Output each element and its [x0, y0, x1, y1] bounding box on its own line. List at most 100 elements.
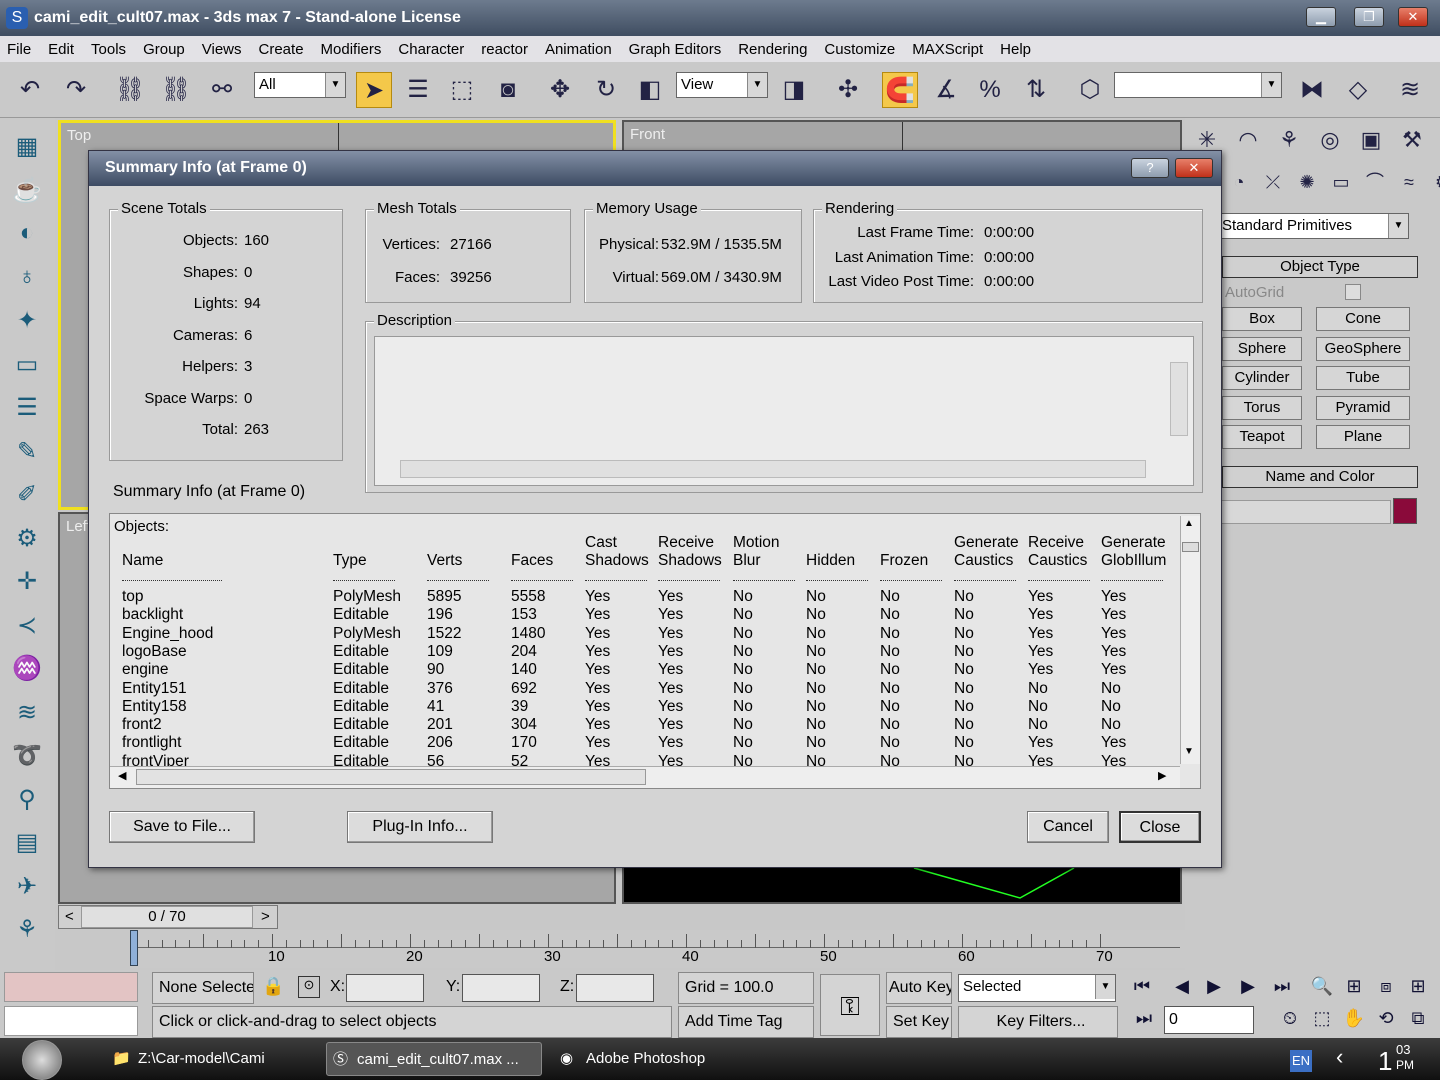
- transform-mode-icon[interactable]: ⊙: [298, 976, 320, 998]
- time-slider-value[interactable]: 0 / 70: [81, 906, 253, 928]
- reference-coord-dropdown[interactable]: View ▼: [676, 72, 768, 98]
- rect-selection-icon[interactable]: ⬚: [444, 72, 480, 108]
- object-name-field[interactable]: [1221, 500, 1391, 524]
- table-hscrollbar[interactable]: ◀ ▶: [110, 766, 1180, 788]
- object-type-rollout[interactable]: Object Type: [1222, 256, 1418, 278]
- arc-rotate-icon[interactable]: ⟲: [1372, 1008, 1400, 1034]
- named-selection-dropdown[interactable]: ▼: [1114, 72, 1282, 98]
- crowd-icon[interactable]: ⚘: [8, 915, 46, 951]
- lights-icon[interactable]: ✺: [1293, 168, 1321, 196]
- maximize-button[interactable]: ❐: [1354, 7, 1384, 27]
- helpers-icon[interactable]: ⌒: [1361, 168, 1389, 196]
- mirror-icon[interactable]: ⧓: [1294, 72, 1330, 108]
- menu-tools[interactable]: Tools: [91, 41, 126, 58]
- knot-icon[interactable]: ➰: [8, 741, 46, 777]
- menu-maxscript[interactable]: MAXScript: [912, 41, 983, 58]
- taskbar-item-folder[interactable]: 📁 Z:\Car-model\Cami: [108, 1042, 318, 1076]
- brush-icon[interactable]: ✎: [8, 437, 46, 473]
- layer-manager-icon[interactable]: ≋: [1392, 72, 1428, 108]
- teapot-icon[interactable]: ☕: [8, 176, 46, 212]
- maximize-viewport-icon[interactable]: ⧉: [1404, 1008, 1432, 1034]
- select-object-icon[interactable]: ➤: [356, 72, 392, 108]
- zoom-extents-all-icon[interactable]: ⊞: [1404, 976, 1432, 1002]
- table-row[interactable]: top PolyMesh 5895 5558 Yes Yes No No No No Yes Yes: [110, 588, 1178, 606]
- zoom-icon[interactable]: 🔍: [1308, 976, 1336, 1002]
- table-row[interactable]: backlight Editable 196 153 Yes Yes No No No No Yes…: [110, 606, 1178, 624]
- paint-icon[interactable]: ✐: [8, 480, 46, 516]
- prev-frame-icon[interactable]: ◀: [1168, 976, 1196, 1002]
- fish-icon[interactable]: ≺: [8, 611, 46, 647]
- primitive-button-sphere[interactable]: Sphere: [1222, 336, 1302, 361]
- move-icon[interactable]: ✥: [542, 72, 578, 108]
- align-icon[interactable]: ◇: [1340, 72, 1376, 108]
- menu-character[interactable]: Character: [398, 41, 464, 58]
- stack-icon[interactable]: ☰: [8, 393, 46, 429]
- scroll-left-icon[interactable]: ◀: [118, 769, 126, 782]
- camera-icon[interactable]: ✈: [8, 872, 46, 908]
- objects-table[interactable]: Objects: Name Type Verts Faces Cast Shadows Re…: [109, 513, 1201, 789]
- motion-tab-icon[interactable]: ◎: [1312, 122, 1348, 158]
- table-vscrollbar[interactable]: ▲ ▼: [1180, 516, 1200, 764]
- menu-animation[interactable]: Animation: [545, 41, 612, 58]
- systems-icon[interactable]: ⚙: [1429, 168, 1440, 196]
- bind-spacewarp-icon[interactable]: ⚯: [204, 72, 240, 108]
- time-config-icon[interactable]: ⏲: [1276, 1008, 1304, 1034]
- spacewarps-icon[interactable]: ≈: [1395, 168, 1423, 196]
- next-frame-icon[interactable]: ▶: [1234, 976, 1262, 1002]
- add-time-tag-button[interactable]: Add Time Tag: [678, 1006, 814, 1038]
- use-pivot-icon[interactable]: ◨: [776, 72, 812, 108]
- selection-filter-dropdown[interactable]: All ▼: [254, 72, 346, 98]
- name-and-color-rollout[interactable]: Name and Color: [1222, 466, 1418, 488]
- key-mode-toggle-icon[interactable]: ⏭: [1130, 1008, 1158, 1034]
- sphere-icon[interactable]: ◐: [8, 219, 46, 255]
- zoom-extents-icon[interactable]: ⧈: [1372, 976, 1400, 1002]
- zoom-all-icon[interactable]: ⊞: [1340, 976, 1368, 1002]
- primitive-button-teapot[interactable]: Teapot: [1222, 425, 1302, 449]
- angle-snap-icon[interactable]: ∡: [928, 72, 964, 108]
- goto-start-icon[interactable]: ⏮: [1128, 976, 1156, 1002]
- gear-icon[interactable]: ⚙: [8, 524, 46, 560]
- menu-group[interactable]: Group: [143, 41, 185, 58]
- primitive-button-pyramid[interactable]: Pyramid: [1316, 395, 1410, 420]
- wave-icon[interactable]: ≋: [8, 698, 46, 734]
- key-icon[interactable]: ⚿: [820, 974, 880, 1036]
- scroll-thumb[interactable]: [1182, 542, 1199, 552]
- undo-icon[interactable]: ↶: [12, 72, 48, 108]
- next-frame-button[interactable]: >: [261, 908, 270, 925]
- pan-icon[interactable]: ✋: [1340, 1008, 1368, 1034]
- modify-tab-icon[interactable]: ◠: [1230, 122, 1266, 158]
- close-button[interactable]: ✕: [1398, 7, 1428, 27]
- utilities-tab-icon[interactable]: ⚒: [1394, 122, 1430, 158]
- play-icon[interactable]: ▶: [1200, 976, 1228, 1002]
- table-row[interactable]: logoBase Editable 109 204 Yes Yes No No No No Yes Y…: [110, 643, 1178, 661]
- scroll-down-icon[interactable]: ▼: [1184, 746, 1194, 757]
- taskbar-item-3dsmax[interactable]: Ⓢcami_edit_cult07.max ...: [326, 1042, 542, 1076]
- menu-rendering[interactable]: Rendering: [738, 41, 807, 58]
- minimize-button[interactable]: ▁: [1306, 7, 1336, 27]
- y-coordinate-field[interactable]: [462, 974, 540, 1002]
- helper-icon[interactable]: ✛: [8, 567, 46, 603]
- rotate-icon[interactable]: ↻: [588, 72, 624, 108]
- snap-3d-icon[interactable]: 🧲: [882, 72, 918, 108]
- box-tool-icon[interactable]: ▦: [8, 132, 46, 168]
- primitive-button-torus[interactable]: Torus: [1222, 395, 1302, 420]
- select-link-icon[interactable]: ⛓: [112, 72, 148, 108]
- save-to-file-button[interactable]: Save to File...: [109, 811, 255, 843]
- maxscript-listener-white[interactable]: [4, 1006, 138, 1036]
- scroll-up-icon[interactable]: ▲: [1184, 518, 1194, 529]
- menu-create[interactable]: Create: [259, 41, 304, 58]
- object-color-swatch[interactable]: [1393, 498, 1417, 524]
- redo-icon[interactable]: ↷: [58, 72, 94, 108]
- primitive-button-tube[interactable]: Tube: [1316, 366, 1410, 390]
- key-mode-dropdown[interactable]: Selected ▼: [958, 974, 1116, 1002]
- current-frame-field[interactable]: 0: [1164, 1006, 1254, 1034]
- menu-customize[interactable]: Customize: [824, 41, 895, 58]
- menu-help[interactable]: Help: [1000, 41, 1031, 58]
- description-hscrollbar[interactable]: [400, 460, 1146, 478]
- spinner-snap-icon[interactable]: ⇅: [1018, 72, 1054, 108]
- taskbar-item-photoshop[interactable]: ◉ Adobe Photoshop: [556, 1042, 736, 1076]
- set-key-button[interactable]: Set Key: [886, 1006, 952, 1038]
- table-row[interactable]: frontlight Editable 206 170 Yes Yes No No No No Ye…: [110, 734, 1178, 752]
- menu-file[interactable]: File: [7, 41, 31, 58]
- primitive-button-box[interactable]: Box: [1222, 307, 1302, 331]
